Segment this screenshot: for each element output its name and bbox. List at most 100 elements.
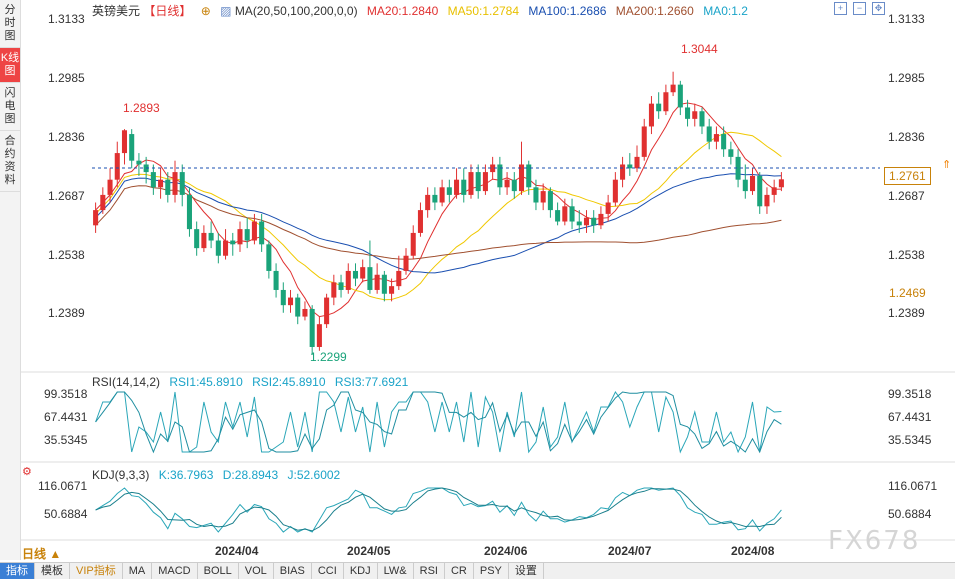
candle-body: [215, 240, 221, 256]
candle-body: [93, 210, 99, 226]
rsi-tick: 67.4431: [44, 410, 88, 424]
candle-body: [728, 149, 734, 157]
candle-body: [605, 202, 611, 214]
rsi1-value: RSI1:45.8910: [169, 375, 243, 389]
rsi-definition: RSI(14,14,2): [92, 375, 161, 389]
tab-lw[interactable]: LW&: [378, 563, 414, 579]
candle-body: [706, 126, 712, 142]
candle-body: [374, 274, 380, 290]
candle-body: [764, 194, 770, 207]
candle-body: [670, 84, 676, 93]
candle-body: [309, 308, 315, 347]
candle-body: [273, 270, 279, 290]
candle-body: [381, 274, 387, 294]
kdj-tick: 50.6884: [44, 507, 88, 521]
candle-body: [295, 297, 301, 317]
tab-psy[interactable]: PSY: [474, 563, 509, 579]
candle-body: [230, 240, 236, 245]
ma20-line: [95, 102, 782, 318]
tab-indicators[interactable]: 指标: [0, 563, 35, 579]
candle-body: [403, 255, 409, 271]
candle-body: [540, 191, 546, 203]
candle-body: [576, 221, 582, 226]
candle-body: [721, 134, 727, 150]
candle-body: [208, 232, 214, 241]
rsi-tick: 99.3518: [888, 387, 932, 401]
tab-macd[interactable]: MACD: [152, 563, 198, 579]
tab-ma[interactable]: MA: [123, 563, 153, 579]
candle-body: [569, 206, 575, 222]
candle-body: [194, 229, 200, 249]
kdj-j-value: J:52.6002: [287, 468, 341, 482]
candle-body: [302, 308, 308, 317]
candle-body: [259, 221, 265, 245]
date-tick: 2024/08: [731, 544, 775, 558]
rsi-header: RSI(14,14,2) RSI1:45.8910 RSI2:45.8910 R…: [92, 375, 414, 389]
candle-body: [555, 210, 561, 222]
candle-body: [389, 286, 395, 294]
rsi-tick: 67.4431: [888, 410, 932, 424]
candle-body: [648, 103, 654, 127]
tab-kdj[interactable]: KDJ: [344, 563, 378, 579]
tab-rsi[interactable]: RSI: [414, 563, 445, 579]
tab-cci[interactable]: CCI: [312, 563, 344, 579]
kdj-d-value: D:28.8943: [222, 468, 279, 482]
candle-body: [360, 267, 366, 279]
ma200-line: [95, 185, 782, 260]
candle-body: [468, 172, 474, 195]
rsi1-line: [95, 391, 782, 454]
candle-body: [713, 134, 719, 142]
annotation-high-2: 1.3044: [681, 42, 718, 56]
candle-body: [107, 179, 113, 195]
tab-templates[interactable]: 模板: [35, 563, 70, 579]
tab-cr[interactable]: CR: [445, 563, 474, 579]
candle-body: [316, 324, 322, 347]
candle-body: [345, 270, 351, 290]
candle-body: [620, 164, 626, 180]
rsi-tick: 99.3518: [44, 387, 88, 401]
rsi2-value: RSI2:45.8910: [252, 375, 326, 389]
candle-body: [244, 229, 250, 241]
candle-body: [165, 179, 171, 195]
tab-bias[interactable]: BIAS: [274, 563, 312, 579]
candle-body: [324, 297, 330, 325]
candle-body: [287, 297, 294, 306]
date-tick: 2024/06: [484, 544, 528, 558]
kdj-k-value: K:36.7963: [158, 468, 214, 482]
date-tick: 2024/05: [347, 544, 391, 558]
candle-body: [439, 187, 445, 203]
rsi3-value: RSI3:77.6921: [334, 375, 409, 389]
candle-body: [663, 92, 669, 112]
candle-body: [396, 270, 402, 287]
candlestick-chart[interactable]: [0, 0, 955, 578]
candle-body: [223, 240, 229, 256]
candle-body: [562, 206, 568, 222]
candle-body: [136, 160, 142, 165]
kdj-tick: 116.0671: [38, 479, 88, 493]
candle-body: [251, 221, 257, 241]
ma50-line: [95, 131, 782, 301]
candle-body: [475, 172, 481, 192]
tab-vip[interactable]: VIP指标: [70, 563, 123, 579]
candle-body: [692, 111, 698, 119]
date-tick: 2024/07: [608, 544, 652, 558]
candle-body: [699, 111, 705, 127]
candle-body: [338, 282, 344, 290]
tab-settings[interactable]: 设置: [509, 563, 544, 579]
candle-body: [591, 217, 597, 226]
period-selector[interactable]: 日线 ▲: [22, 545, 61, 562]
candle-body: [179, 172, 185, 195]
candle-body: [533, 187, 539, 203]
tab-boll[interactable]: BOLL: [198, 563, 239, 579]
candle-body: [641, 126, 647, 157]
candle-body: [425, 194, 431, 211]
candle-body: [677, 84, 683, 108]
candle-body: [432, 194, 438, 203]
candle-body: [742, 179, 748, 192]
candle-body: [511, 179, 517, 192]
candle-body: [417, 210, 423, 233]
tab-vol[interactable]: VOL: [239, 563, 274, 579]
rsi-tick: 35.5345: [44, 433, 88, 447]
kdj-settings-icon[interactable]: ⚙: [22, 465, 32, 478]
candle-body: [656, 103, 662, 112]
